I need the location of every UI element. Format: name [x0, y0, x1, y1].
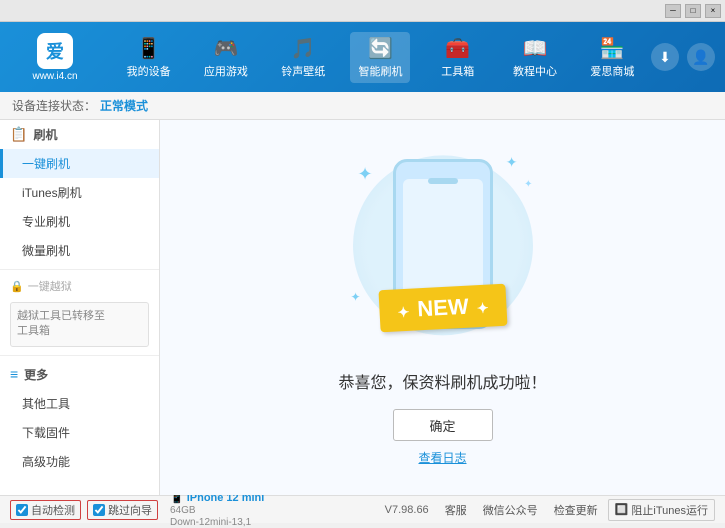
nav-my-device-label: 我的设备 — [127, 63, 171, 79]
sidebar-jailbreak-note: 越狱工具已转移至 工具箱 — [10, 302, 149, 347]
user-button[interactable]: 👤 — [687, 43, 715, 71]
sidebar: 📋 刷机 一键刷机 iTunes刷机 专业刷机 微量刷机 🔒 一键越狱 越狱工具… — [0, 120, 160, 495]
sidebar-item-other-tools[interactable]: 其他工具 — [0, 389, 159, 418]
sidebar-locked-jailbreak: 🔒 一键越狱 — [0, 274, 159, 298]
sidebar-item-download-firmware[interactable]: 下载固件 — [0, 418, 159, 447]
new-badge: ✦ NEW ✦ — [378, 284, 507, 333]
phone-notch — [428, 178, 458, 184]
download-button[interactable]: ⬇ — [651, 43, 679, 71]
nav-ringtones-label: 铃声壁纸 — [281, 63, 325, 79]
header-right: ⬇ 👤 — [651, 43, 715, 71]
goto-log-link[interactable]: 查看日志 — [418, 449, 466, 466]
window-controls: ─ □ × — [665, 4, 721, 18]
skip-wizard-checkbox[interactable] — [93, 504, 105, 516]
success-title: 恭喜您，保资料刷机成功啦！ — [338, 369, 546, 393]
new-badge-star-left: ✦ — [397, 304, 410, 321]
sidebar-item-itunes-flash[interactable]: iTunes刷机 — [0, 178, 159, 207]
my-device-icon: 📱 — [136, 36, 161, 61]
apps-games-icon: 🎮 — [213, 36, 238, 61]
status-value: 正常模式 — [100, 97, 148, 114]
header: 爱 www.i4.cn 📱 我的设备 🎮 应用游戏 🎵 铃声壁纸 🔄 智能刷机 … — [0, 22, 725, 92]
sparkle-icon-4: ✦ — [524, 179, 532, 190]
nav-smart-shop[interactable]: 🔄 智能刷机 — [350, 32, 410, 83]
sidebar-item-advanced[interactable]: 高级功能 — [0, 447, 159, 476]
nav-apps-games-label: 应用游戏 — [204, 63, 248, 79]
itunes-status-icon: 🔲 — [615, 503, 629, 516]
main-layout: 📋 刷机 一键刷机 iTunes刷机 专业刷机 微量刷机 🔒 一键越狱 越狱工具… — [0, 120, 725, 495]
nav-items: 📱 我的设备 🎮 应用游戏 🎵 铃声壁纸 🔄 智能刷机 🧰 工具箱 📖 教程中心… — [110, 32, 651, 83]
nav-my-device[interactable]: 📱 我的设备 — [119, 32, 179, 83]
title-bar: ─ □ × — [0, 0, 725, 22]
content-area: ✦ ✦ ✦ ✦ ✦ NEW ✦ 恭喜您，保资料刷机成功啦！ 确定 查看日志 — [160, 120, 725, 495]
device-info: 📱 iPhone 12 mini 64GB Down-12mini-13,1 — [170, 491, 264, 528]
sidebar-item-pro-flash[interactable]: 专业刷机 — [0, 207, 159, 236]
nav-toolbox[interactable]: 🧰 工具箱 — [428, 32, 488, 83]
device-storage: 64GB — [170, 505, 264, 516]
auto-check-item[interactable]: 自动检测 — [10, 500, 81, 520]
sidebar-item-micro-flash[interactable]: 微量刷机 — [0, 236, 159, 265]
logo-subtitle: www.i4.cn — [32, 71, 77, 82]
new-badge-star-right: ✦ — [476, 300, 489, 317]
tutorial-icon: 📖 — [523, 36, 548, 61]
logo-icon: 爱 — [37, 33, 73, 69]
confirm-button[interactable]: 确定 — [393, 409, 493, 441]
skip-wizard-label: 跳过向导 — [108, 502, 152, 518]
sidebar-divider-2 — [0, 355, 159, 356]
auto-check-checkbox[interactable] — [16, 504, 28, 516]
status-bar: 设备连接状态： 正常模式 — [0, 92, 725, 120]
bottom-bar: 自动检测 跳过向导 📱 iPhone 12 mini 64GB Down-12m… — [0, 495, 725, 523]
smart-shop-icon: 🔄 — [368, 36, 393, 61]
more-section-icon: ≡ — [10, 366, 18, 382]
sidebar-section-more: ≡ 更多 — [0, 360, 159, 389]
check-update-link[interactable]: 检查更新 — [554, 502, 598, 518]
ringtones-icon: 🎵 — [291, 36, 316, 61]
sparkle-icon-1: ✦ — [358, 164, 373, 185]
itunes-status[interactable]: 🔲 阻止iTunes运行 — [608, 499, 715, 521]
itunes-status-label: 阻止iTunes运行 — [631, 502, 708, 518]
nav-store-label: 爱思商城 — [590, 63, 634, 79]
skip-wizard-item[interactable]: 跳过向导 — [87, 500, 158, 520]
logo: 爱 www.i4.cn — [10, 33, 100, 82]
close-button[interactable]: × — [705, 4, 721, 18]
nav-smart-shop-label: 智能刷机 — [358, 63, 402, 79]
store-icon: 🏪 — [600, 36, 625, 61]
version-label: V7.98.66 — [385, 504, 429, 516]
support-link[interactable]: 客服 — [445, 502, 467, 518]
success-illustration: ✦ ✦ ✦ ✦ ✦ NEW ✦ — [343, 149, 543, 349]
lock-icon: 🔒 — [10, 280, 24, 293]
status-label: 设备连接状态： — [12, 97, 96, 114]
minimize-button[interactable]: ─ — [665, 4, 681, 18]
nav-toolbox-label: 工具箱 — [441, 63, 474, 79]
sidebar-section-flash: 📋 刷机 — [0, 120, 159, 149]
maximize-button[interactable]: □ — [685, 4, 701, 18]
auto-check-label: 自动检测 — [31, 502, 75, 518]
sparkle-icon-3: ✦ — [351, 290, 361, 304]
toolbox-icon: 🧰 — [445, 36, 470, 61]
bottom-right: V7.98.66 客服 微信公众号 检查更新 — [385, 502, 598, 518]
sidebar-divider-1 — [0, 269, 159, 270]
bottom-left: 自动检测 跳过向导 📱 iPhone 12 mini 64GB Down-12m… — [10, 491, 385, 528]
nav-tutorial-label: 教程中心 — [513, 63, 557, 79]
sidebar-item-one-key-flash[interactable]: 一键刷机 — [0, 149, 159, 178]
new-badge-text: NEW — [416, 294, 469, 322]
flash-section-icon: 📋 — [10, 126, 27, 143]
nav-ringtones[interactable]: 🎵 铃声壁纸 — [273, 32, 333, 83]
nav-tutorial[interactable]: 📖 教程中心 — [505, 32, 565, 83]
nav-apps-games[interactable]: 🎮 应用游戏 — [196, 32, 256, 83]
wechat-link[interactable]: 微信公众号 — [483, 502, 538, 518]
nav-store[interactable]: 🏪 爱思商城 — [582, 32, 642, 83]
sparkle-icon-2: ✦ — [506, 154, 518, 171]
